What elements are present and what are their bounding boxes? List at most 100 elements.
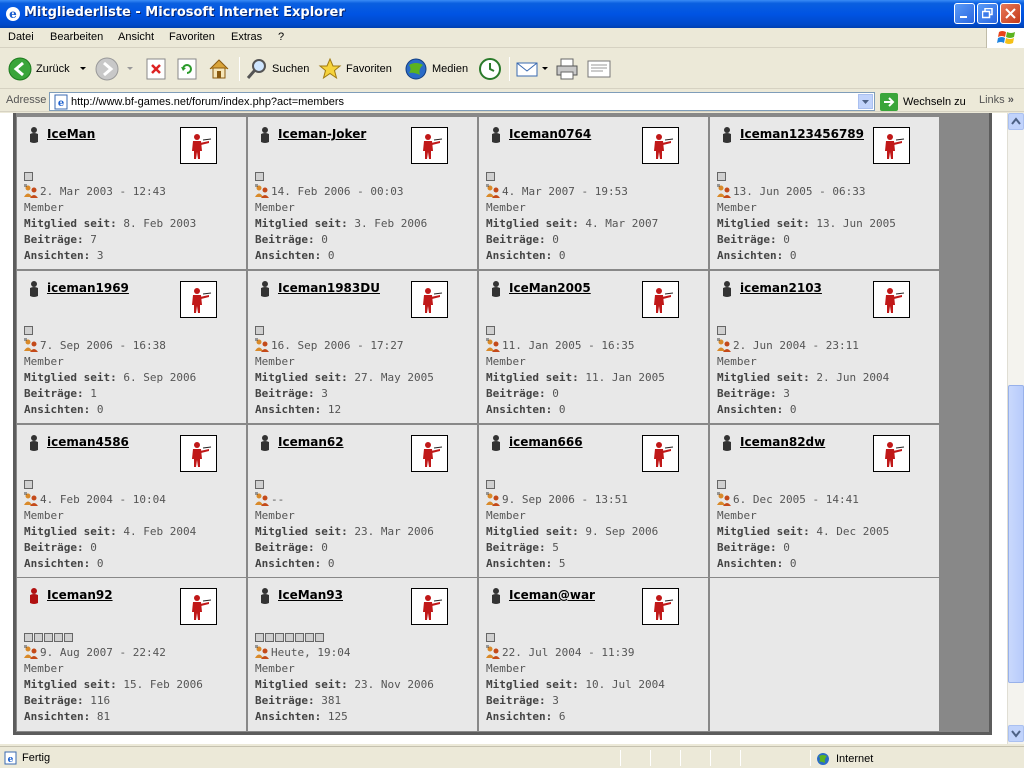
last-visit: 14. Feb 2006 - 00:03 [255, 184, 403, 198]
edit-button[interactable] [586, 55, 612, 83]
favorites-button[interactable]: Favoriten [318, 55, 392, 83]
member-avatar[interactable] [180, 127, 217, 164]
rank-pip [64, 633, 73, 642]
people-icon [255, 184, 269, 198]
member-name-link[interactable]: Iceman1983DU [278, 281, 380, 295]
member-since: Mitglied seit: 6. Sep 2006 [24, 371, 197, 384]
go-button[interactable]: Wechseln zu [880, 92, 966, 111]
menu-bearbeiten[interactable]: Bearbeiten [50, 31, 103, 43]
member-name-link[interactable]: Iceman82dw [740, 435, 825, 449]
member-card: iceman4586 4. Feb 2004 - 10:04 Member Mitgl… [17, 425, 246, 577]
minimize-button[interactable] [954, 3, 975, 24]
people-icon [255, 492, 269, 506]
soldier-avatar-icon [645, 591, 676, 622]
back-button[interactable]: Zurück [8, 55, 88, 83]
rank-pip [24, 480, 33, 489]
member-name-link[interactable]: IceMan93 [278, 588, 343, 602]
print-button[interactable] [554, 55, 580, 83]
scroll-up-button[interactable] [1008, 113, 1024, 130]
member-avatar[interactable] [642, 127, 679, 164]
search-button[interactable]: Suchen [246, 55, 309, 83]
empty-cell [710, 578, 939, 731]
member-name-link[interactable]: iceman2103 [740, 281, 822, 295]
history-button[interactable] [478, 55, 502, 83]
member-avatar[interactable] [411, 127, 448, 164]
soldier-avatar-icon [645, 284, 676, 315]
member-name-link[interactable]: Iceman0764 [509, 127, 591, 141]
chevron-up-icon [1011, 117, 1021, 125]
menu-extras[interactable]: Extras [231, 31, 262, 43]
member-avatar[interactable] [642, 281, 679, 318]
vertical-scrollbar[interactable] [1007, 113, 1024, 744]
member-name-link[interactable]: Iceman62 [278, 435, 344, 449]
member-status-icon [261, 588, 269, 604]
stop-button[interactable] [146, 55, 166, 83]
scroll-down-button[interactable] [1008, 725, 1024, 742]
member-name-link[interactable]: Iceman123456789 [740, 127, 864, 141]
member-avatar[interactable] [411, 281, 448, 318]
member-avatar[interactable] [873, 281, 910, 318]
last-visit: Heute, 19:04 [255, 645, 350, 659]
refresh-button[interactable] [177, 55, 197, 83]
address-input[interactable] [71, 94, 851, 109]
rank-pip [717, 326, 726, 335]
people-icon [486, 492, 500, 506]
member-name-link[interactable]: iceman1969 [47, 281, 129, 295]
member-status-icon [261, 435, 269, 451]
member-avatar[interactable] [411, 435, 448, 472]
member-name-link[interactable]: Iceman-Joker [278, 127, 366, 141]
forward-button[interactable] [95, 55, 135, 83]
menu-datei[interactable]: Datei [8, 31, 34, 43]
rank-pip [486, 172, 495, 181]
page-icon: e [54, 94, 68, 110]
member-name-link[interactable]: Iceman92 [47, 588, 113, 602]
title-bar: e Mitgliederliste - Microsoft Internet E… [0, 0, 1024, 28]
member-views: Ansichten: 0 [486, 403, 566, 416]
rank-pip [255, 480, 264, 489]
people-icon [255, 645, 269, 659]
member-avatar[interactable] [642, 435, 679, 472]
member-card: Iceman123456789 13. Jun 2005 - 06:33 Membe… [710, 117, 939, 269]
people-icon [24, 184, 38, 198]
member-name-link[interactable]: IceMan [47, 127, 95, 141]
member-avatar[interactable] [873, 127, 910, 164]
member-name-link[interactable]: iceman4586 [47, 435, 129, 449]
soldier-avatar-icon [645, 130, 676, 161]
member-posts: Beiträge: 0 [717, 541, 790, 554]
member-card: iceman1969 7. Sep 2006 - 16:38 Member Mitgl… [17, 271, 246, 423]
rank-pip [717, 172, 726, 181]
soldier-avatar-icon [414, 438, 445, 469]
member-rank: Member [717, 509, 757, 522]
member-avatar[interactable] [411, 588, 448, 625]
member-avatar[interactable] [642, 588, 679, 625]
member-status-icon [723, 435, 731, 451]
member-card: Iceman62 -- Member Mitglied seit: 23. Mar 2… [248, 425, 477, 577]
close-button[interactable] [1000, 3, 1021, 24]
links-button[interactable]: Links » [979, 94, 1014, 106]
member-avatar[interactable] [180, 435, 217, 472]
member-avatar[interactable] [180, 588, 217, 625]
address-dropdown-button[interactable] [858, 94, 873, 109]
home-button[interactable] [207, 55, 231, 83]
member-avatar[interactable] [180, 281, 217, 318]
scroll-thumb[interactable] [1008, 385, 1024, 683]
member-avatar[interactable] [873, 435, 910, 472]
member-name-link[interactable]: Iceman@war [509, 588, 595, 602]
restore-button[interactable] [977, 3, 998, 24]
chevron-down-icon [1011, 730, 1021, 738]
media-button[interactable]: Medien [404, 55, 468, 83]
member-name-link[interactable]: IceMan2005 [509, 281, 591, 295]
rank-pip [315, 633, 324, 642]
address-field[interactable]: e [49, 92, 875, 111]
minimize-icon [960, 16, 967, 18]
member-rank: Member [24, 662, 64, 675]
menu-ansicht[interactable]: Ansicht [118, 31, 154, 43]
menu-help[interactable]: ? [278, 31, 284, 43]
menu-favoriten[interactable]: Favoriten [169, 31, 215, 43]
member-posts: Beiträge: 0 [486, 387, 559, 400]
member-views: Ansichten: 125 [255, 710, 348, 723]
last-visit: 7. Sep 2006 - 16:38 [24, 338, 166, 352]
security-zone: Internet [816, 752, 873, 766]
mail-button[interactable] [515, 55, 549, 83]
member-name-link[interactable]: iceman666 [509, 435, 583, 449]
